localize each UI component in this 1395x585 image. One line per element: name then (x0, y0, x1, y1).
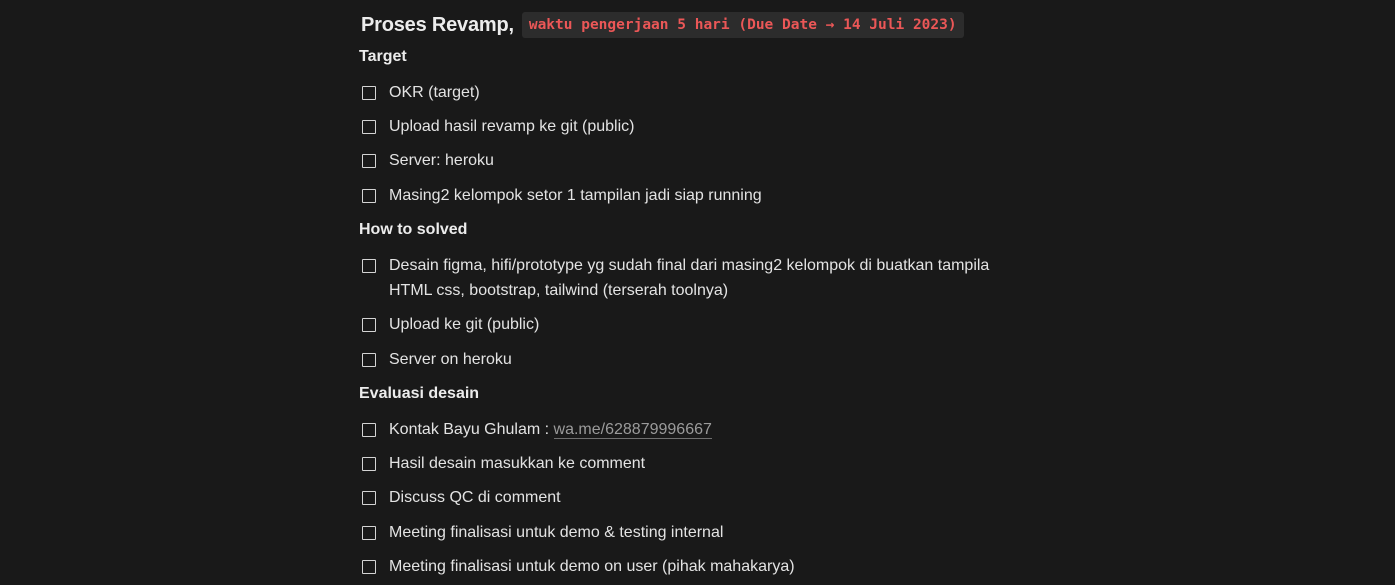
section-heading-target: Target (359, 48, 407, 65)
todo-text[interactable]: Upload hasil revamp ke git (public) (389, 114, 634, 139)
todo-text-line-1: Desain figma, hifi/prototype yg sudah fi… (389, 257, 990, 274)
whatsapp-link[interactable]: wa.me/628879996667 (553, 421, 712, 439)
checkbox-unchecked-icon[interactable] (362, 86, 376, 100)
todo-item: Meeting finalisasi untuk demo & testing … (362, 524, 723, 545)
todo-text[interactable]: Masing2 kelompok setor 1 tampilan jadi s… (389, 183, 762, 208)
checkbox-unchecked-icon[interactable] (362, 526, 376, 540)
contact-label: Kontak Bayu Ghulam : (389, 421, 554, 438)
todo-item: Desain figma, hifi/prototype yg sudah fi… (362, 257, 989, 303)
todo-text[interactable]: Meeting finalisasi untuk demo on user (p… (389, 554, 795, 579)
todo-item: Server: heroku (362, 152, 494, 173)
todo-text[interactable]: Meeting finalisasi untuk demo & testing … (389, 520, 723, 545)
todo-text-line-2: HTML css, bootstrap, tailwind (terserah … (389, 282, 729, 299)
todo-text[interactable]: Server: heroku (389, 148, 494, 173)
checkbox-unchecked-icon[interactable] (362, 560, 376, 574)
due-date-code: waktu pengerjaan 5 hari (Due Date → 14 J… (521, 12, 964, 38)
todo-text[interactable]: Upload ke git (public) (389, 312, 539, 337)
todo-item: Upload ke git (public) (362, 316, 539, 337)
notion-page: Proses Revamp, waktu pengerjaan 5 hari (… (359, 0, 1039, 585)
section-heading-how-to-solved: How to solved (359, 221, 468, 238)
page-title: Proses Revamp, (361, 13, 514, 36)
todo-text[interactable]: Hasil desain masukkan ke comment (389, 451, 645, 476)
todo-item: OKR (target) (362, 84, 480, 105)
checkbox-unchecked-icon[interactable] (362, 120, 376, 134)
checkbox-unchecked-icon[interactable] (362, 423, 376, 437)
checkbox-unchecked-icon[interactable] (362, 353, 376, 367)
todo-text-multiline[interactable]: Desain figma, hifi/prototype yg sudah fi… (389, 253, 989, 303)
page-header: Proses Revamp, waktu pengerjaan 5 hari (… (359, 10, 964, 40)
todo-item: Meeting finalisasi untuk demo on user (p… (362, 558, 795, 579)
todo-item: Masing2 kelompok setor 1 tampilan jadi s… (362, 187, 762, 208)
checkbox-unchecked-icon[interactable] (362, 491, 376, 505)
todo-text[interactable]: OKR (target) (389, 80, 480, 105)
checkbox-unchecked-icon[interactable] (362, 154, 376, 168)
todo-item: Discuss QC di comment (362, 489, 561, 510)
todo-text[interactable]: Discuss QC di comment (389, 485, 561, 510)
checkbox-unchecked-icon[interactable] (362, 318, 376, 332)
checkbox-unchecked-icon[interactable] (362, 457, 376, 471)
todo-item: Upload hasil revamp ke git (public) (362, 118, 634, 139)
checkbox-unchecked-icon[interactable] (362, 259, 376, 273)
section-heading-evaluasi-desain: Evaluasi desain (359, 385, 480, 402)
checkbox-unchecked-icon[interactable] (362, 189, 376, 203)
todo-item: Hasil desain masukkan ke comment (362, 455, 645, 476)
todo-item: Server on heroku (362, 351, 512, 372)
todo-text[interactable]: Server on heroku (389, 347, 512, 372)
todo-text[interactable]: Kontak Bayu Ghulam : wa.me/628879996667 (389, 417, 712, 442)
todo-item: Kontak Bayu Ghulam : wa.me/628879996667 (362, 421, 712, 442)
